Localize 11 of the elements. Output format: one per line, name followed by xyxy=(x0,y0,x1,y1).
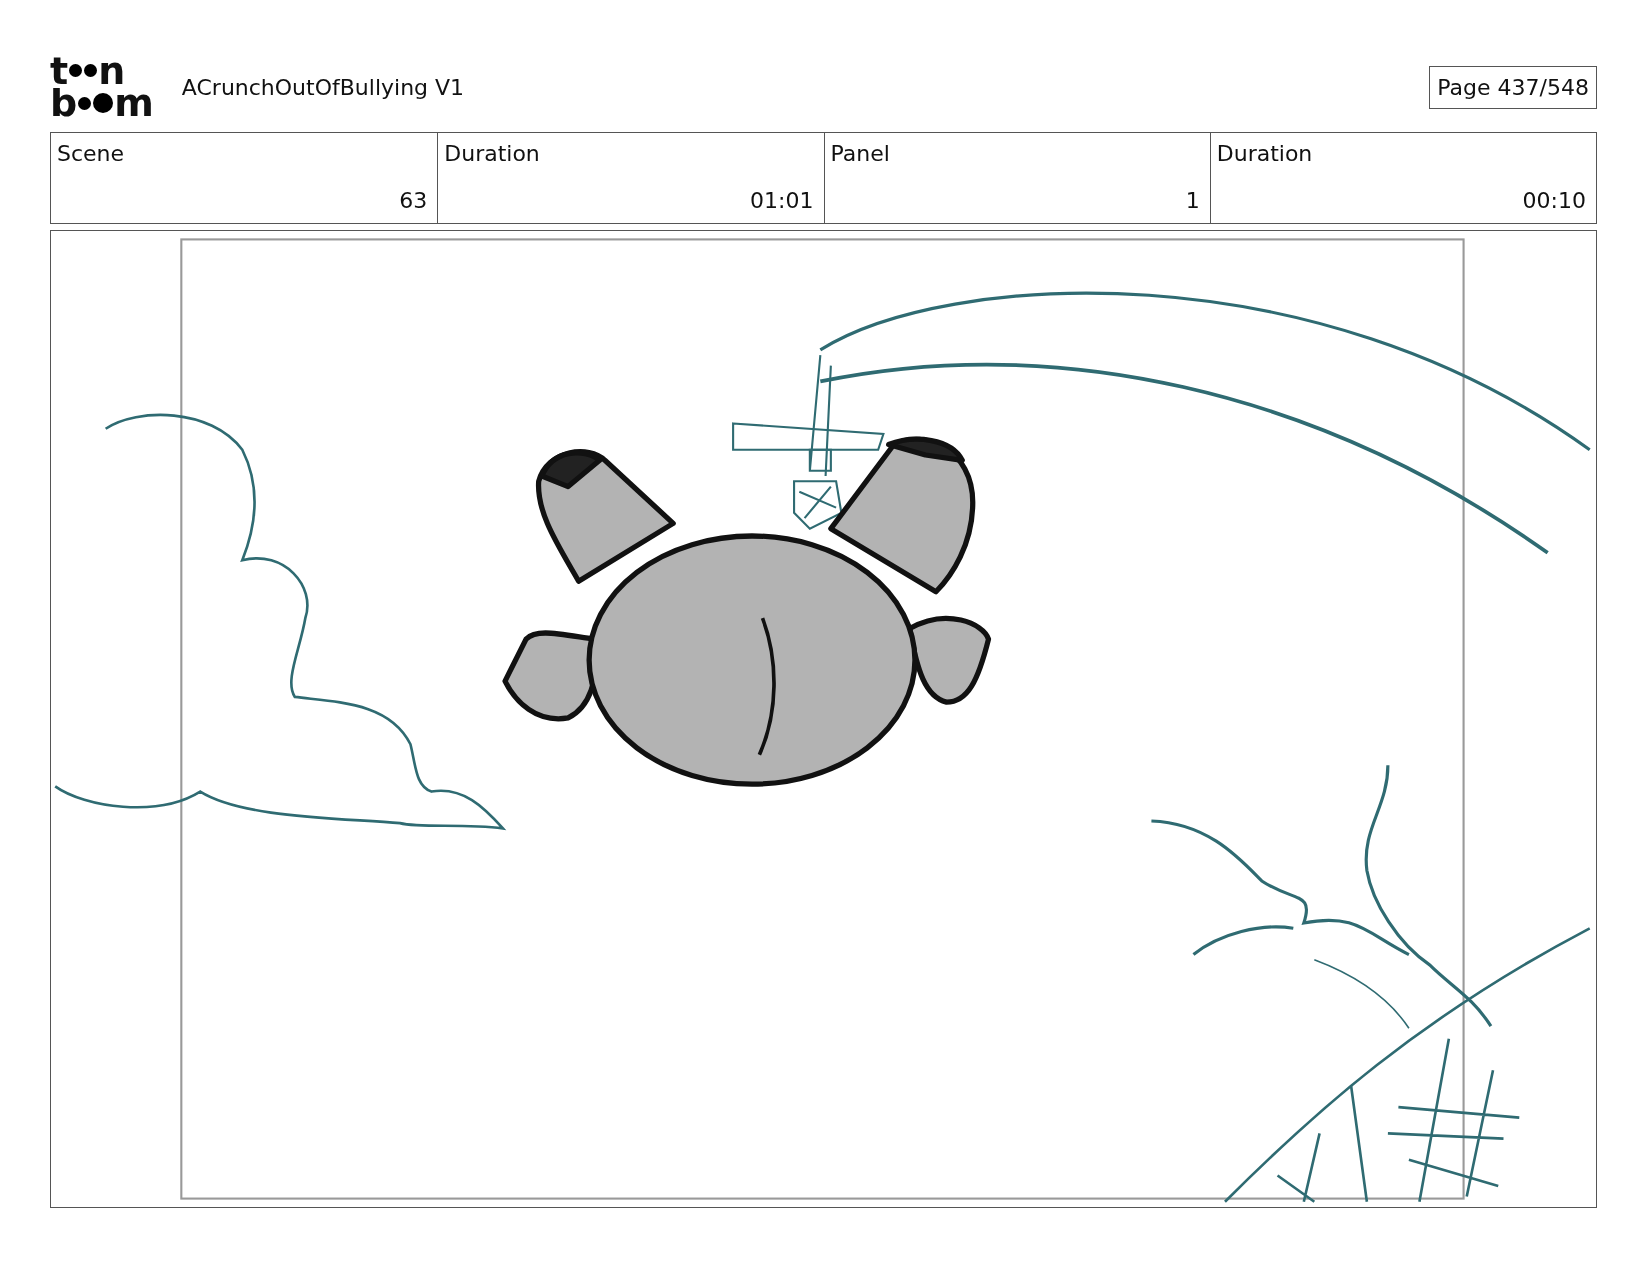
table-cell: 01:01 xyxy=(750,188,814,213)
logo: t n b m xyxy=(50,54,154,120)
table-cell: 00:10 xyxy=(1522,188,1586,213)
column-header: Duration xyxy=(1216,141,1314,166)
table-cell: 1 xyxy=(1185,188,1200,213)
column-header: Panel xyxy=(830,141,891,166)
table-cell: 63 xyxy=(399,188,428,213)
page-number: Page 437/548 xyxy=(1429,65,1597,109)
document-title: ACrunchOutOfBullying V1 xyxy=(181,74,466,100)
column-header: Scene xyxy=(57,141,126,166)
column-header: Duration xyxy=(444,141,541,166)
